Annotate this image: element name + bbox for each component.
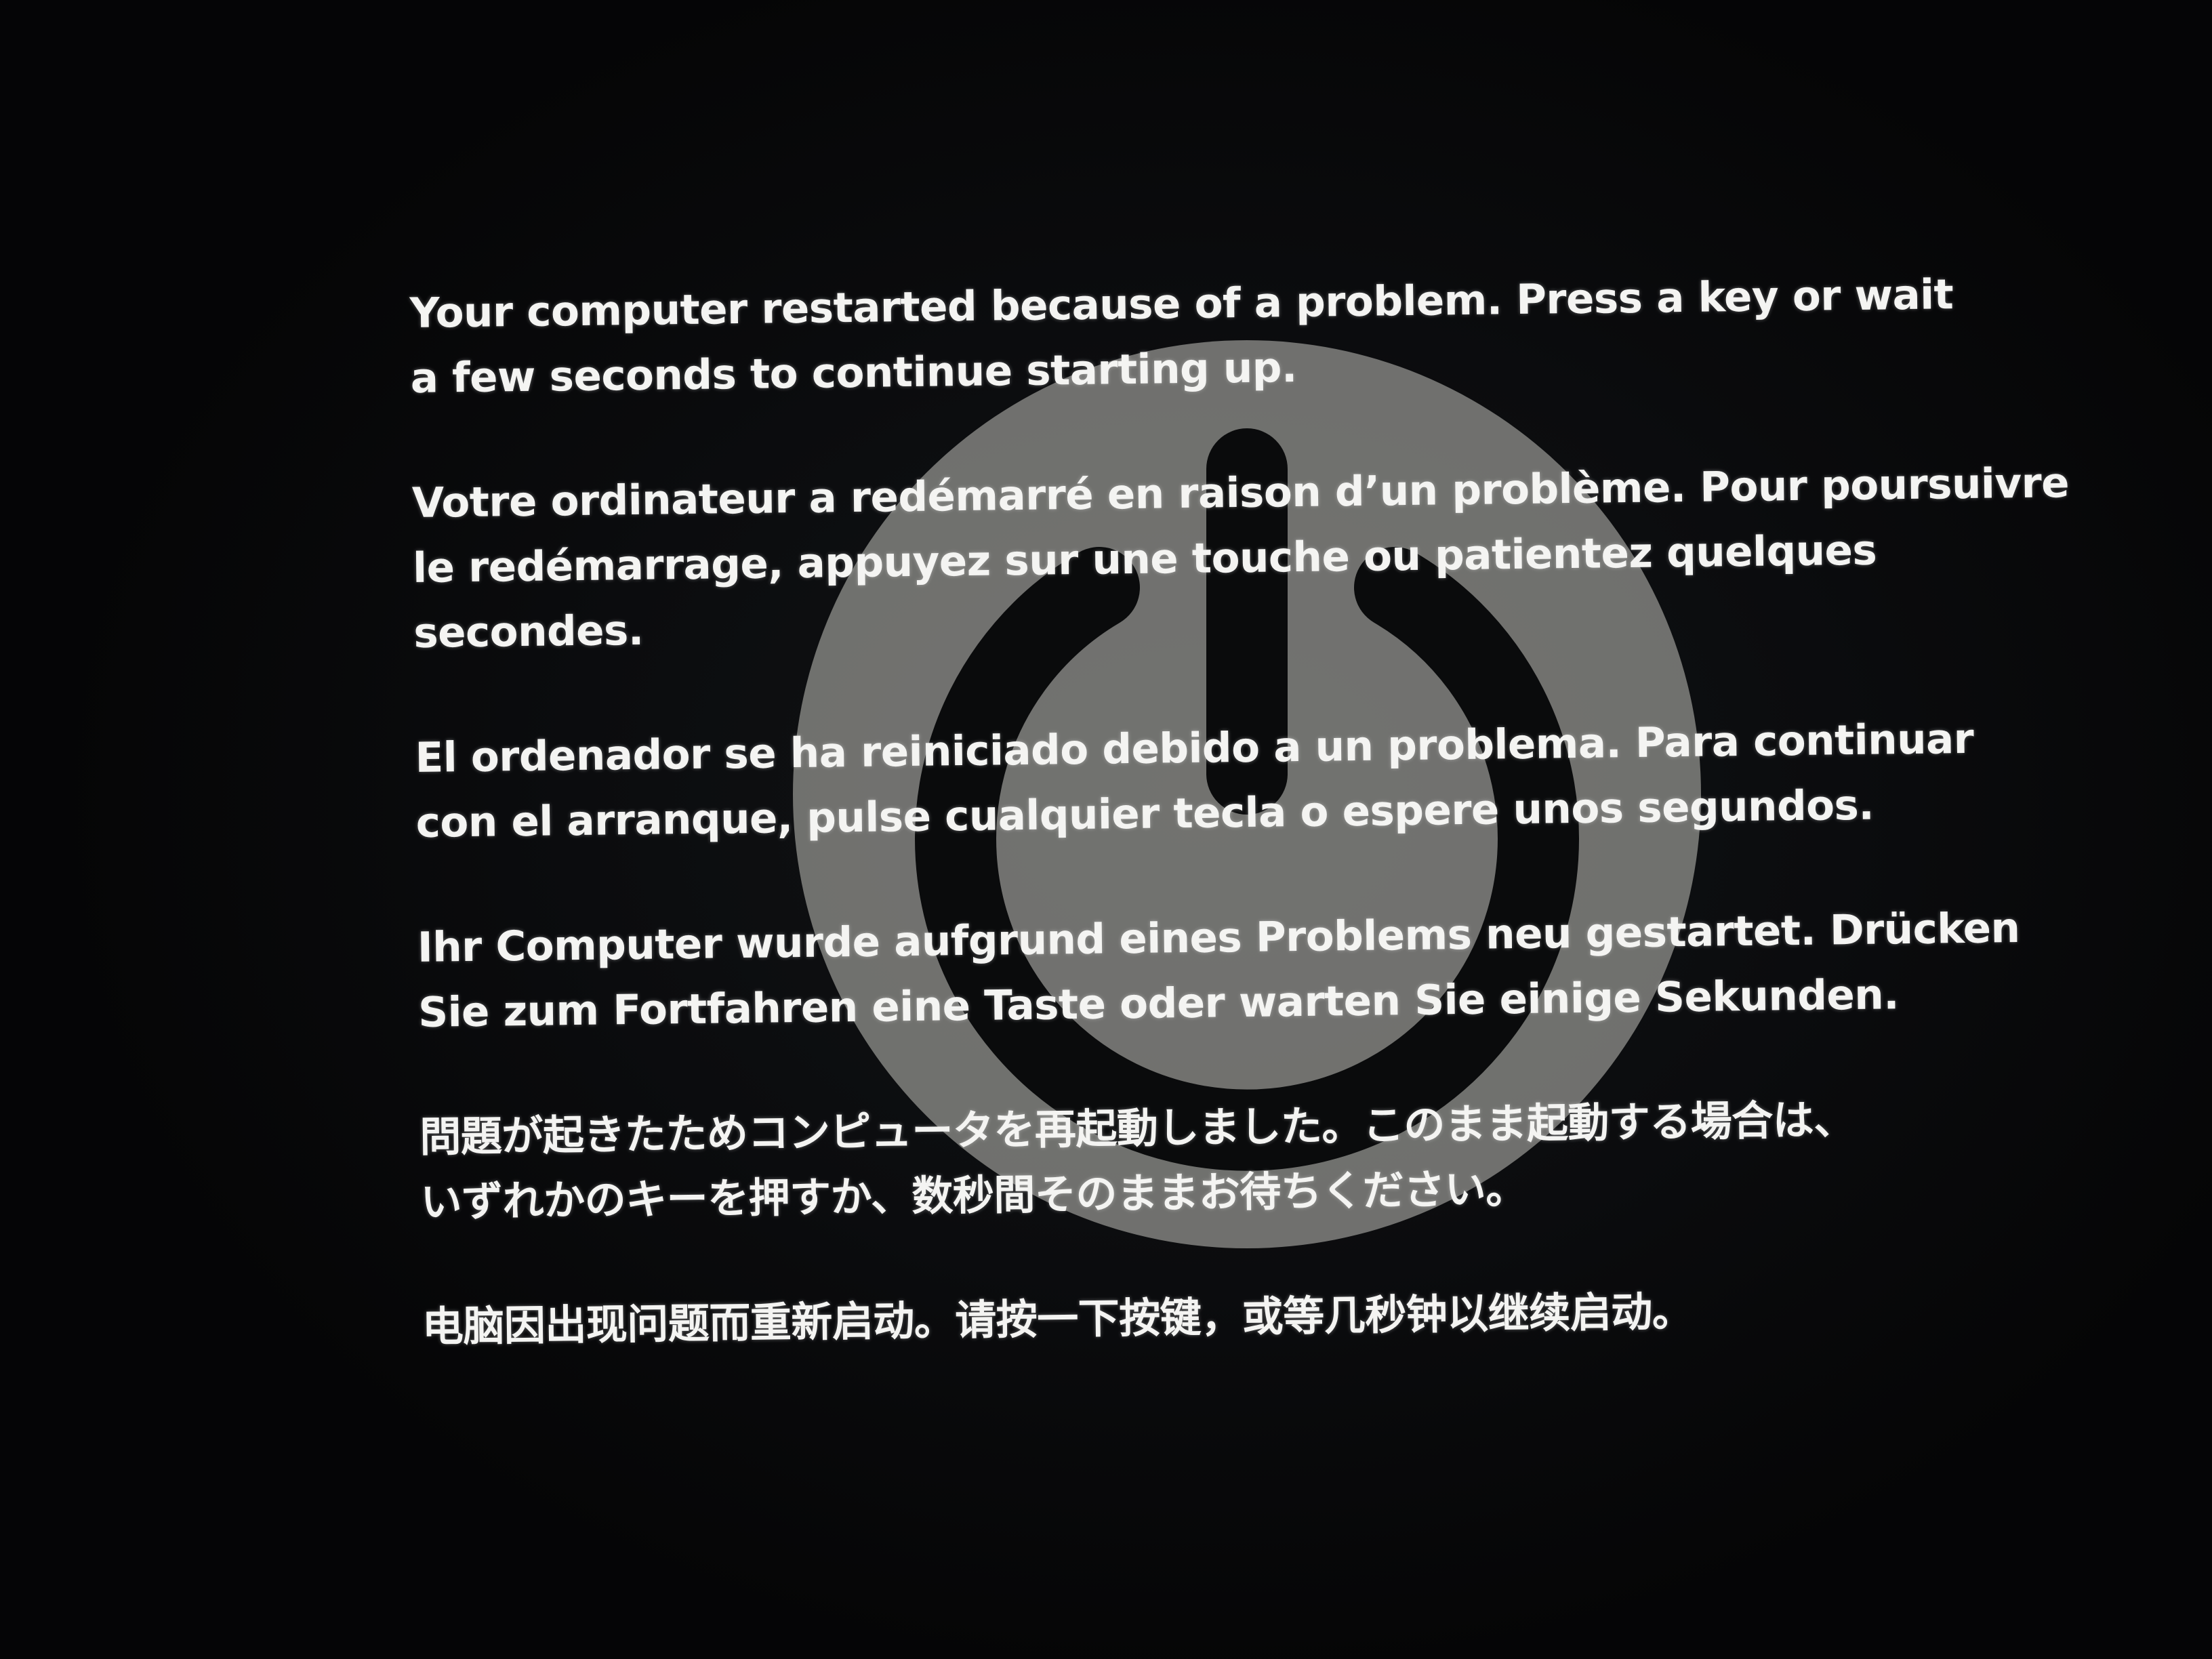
restart-message-french: Votre ordinateur a redémarré en raison d… [411, 459, 2070, 657]
restart-message-german: Ihr Computer wurde aufgrund eines Proble… [417, 904, 2020, 1037]
restart-message-english: Your computer restarted because of a pro… [409, 270, 1954, 403]
kernel-panic-restart-screen[interactable]: Your computer restarted because of a pro… [0, 0, 2212, 1659]
restart-message-spanish: El ordenador se ha reiniciado debido a u… [415, 714, 1974, 847]
restart-message-chinese: 电脑因出现问题而重新启动。请按一下按键，或等几秒钟以继续启动。 [422, 1287, 1694, 1351]
restart-message-japanese: 問題が起きたためコンピュータを再起動しました。このまま起動する場合は、 いずれか… [419, 1096, 1856, 1227]
restart-message-block: Your computer restarted because of a pro… [409, 261, 2104, 1420]
